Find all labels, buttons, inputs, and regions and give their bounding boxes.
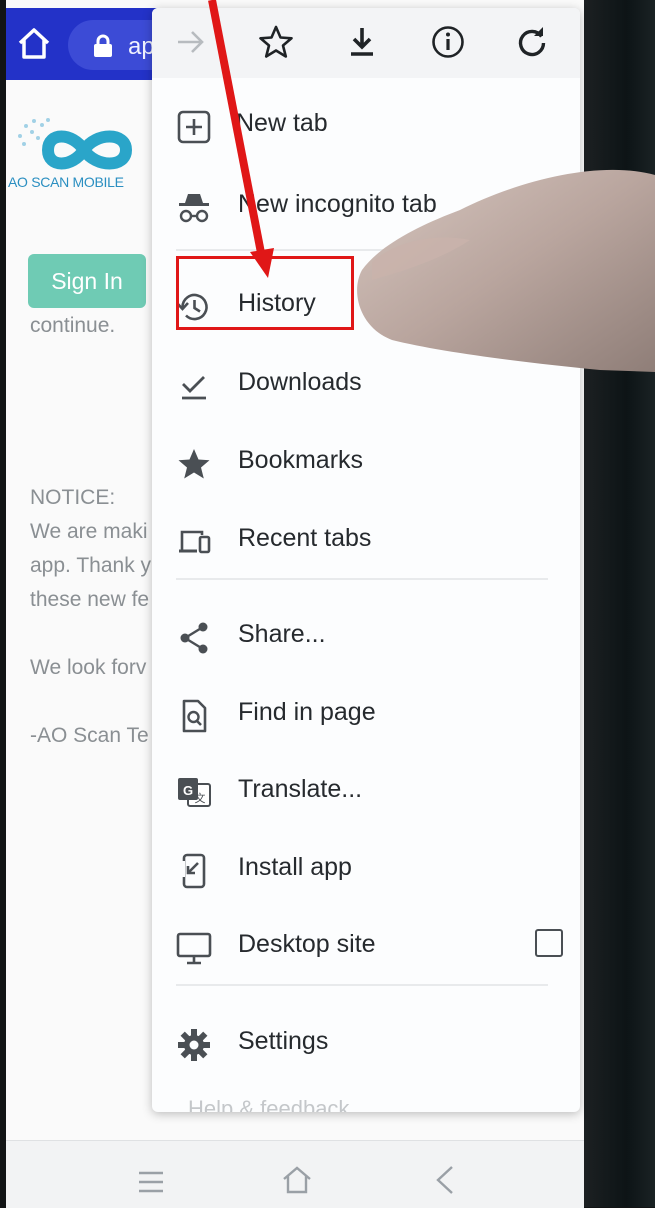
info-icon[interactable] [430,24,466,60]
android-nav-bar [6,1140,584,1208]
menu-item-label: Bookmarks [238,446,364,474]
download-icon[interactable] [344,24,380,60]
menu-item-translate[interactable]: G 文 Translate... [172,761,562,821]
menu-item-label: Downloads [238,368,362,396]
forward-icon[interactable] [172,24,208,60]
menu-item-label: New tab [236,109,328,137]
notice-line: We are maki [30,520,148,543]
menu-item-label: Share... [238,620,326,648]
downloads-icon [182,376,206,400]
menu-item-desktop-site[interactable]: Desktop site [172,916,563,976]
notice-heading: NOTICE: [30,486,116,509]
install-app-icon [179,853,206,889]
home-icon[interactable] [16,26,52,62]
menu-item-downloads[interactable]: Downloads [172,354,562,414]
nav-home-icon[interactable] [280,1163,314,1197]
translate-icon: G 文 [178,778,211,807]
menu-item-label: Install app [238,853,352,881]
menu-item-settings[interactable]: Settings [172,1013,562,1073]
menu-item-label: Find in page [238,698,376,726]
lock-icon [94,34,112,57]
menu-toolbar-row [152,8,580,78]
history-highlight-box [176,256,354,330]
menu-item-new-incognito-tab[interactable]: New incognito tab [172,176,562,236]
svg-text:文: 文 [195,791,206,805]
menu-divider [176,578,548,580]
menu-item-help-feedback[interactable]: Help & feedback [188,1096,349,1112]
notice-signature: -AO Scan Te [30,724,149,747]
share-icon [180,622,208,654]
logo-text: AO SCAN MOBILE [8,174,124,190]
settings-gear-icon [178,1029,210,1061]
notice-line: We look forv [30,656,147,679]
desktop-site-checkbox[interactable] [535,929,563,957]
menu-item-label: Settings [238,1027,329,1055]
menu-divider [176,984,548,986]
sign-in-button[interactable]: Sign In [28,254,146,308]
star-icon[interactable] [258,24,294,60]
notice-line: these new fe [30,588,150,611]
menu-item-label: Translate... [238,775,363,803]
recent-tabs-icon [179,530,211,554]
continue-text: continue. [30,314,116,337]
menu-item-install-app[interactable]: Install app [172,839,562,899]
menu-item-label: Recent tabs [238,524,372,552]
chrome-overflow-menu: New tab New incognito tab History Downlo… [152,8,580,1112]
menu-item-find-in-page[interactable]: Find in page [172,684,562,744]
device-edge [584,0,655,1207]
reload-icon[interactable] [514,24,550,60]
url-text: ap [128,33,155,60]
menu-divider [176,249,548,251]
back-icon[interactable] [430,1163,460,1197]
menu-item-label: Desktop site [238,930,376,958]
desktop-icon [176,932,212,965]
bookmarks-star-icon [178,449,210,479]
recents-menu-icon[interactable] [136,1167,166,1197]
incognito-icon [179,194,209,223]
new-tab-icon [177,110,211,144]
menu-item-new-tab[interactable]: New tab [172,95,562,155]
menu-item-recent-tabs[interactable]: Recent tabs [172,510,562,570]
svg-text:G: G [183,783,193,798]
notice-line: app. Thank y [30,554,152,577]
find-in-page-icon [182,699,207,733]
menu-item-label: New incognito tab [238,190,437,218]
menu-item-bookmarks[interactable]: Bookmarks [172,432,562,492]
menu-item-share[interactable]: Share... [172,606,562,666]
